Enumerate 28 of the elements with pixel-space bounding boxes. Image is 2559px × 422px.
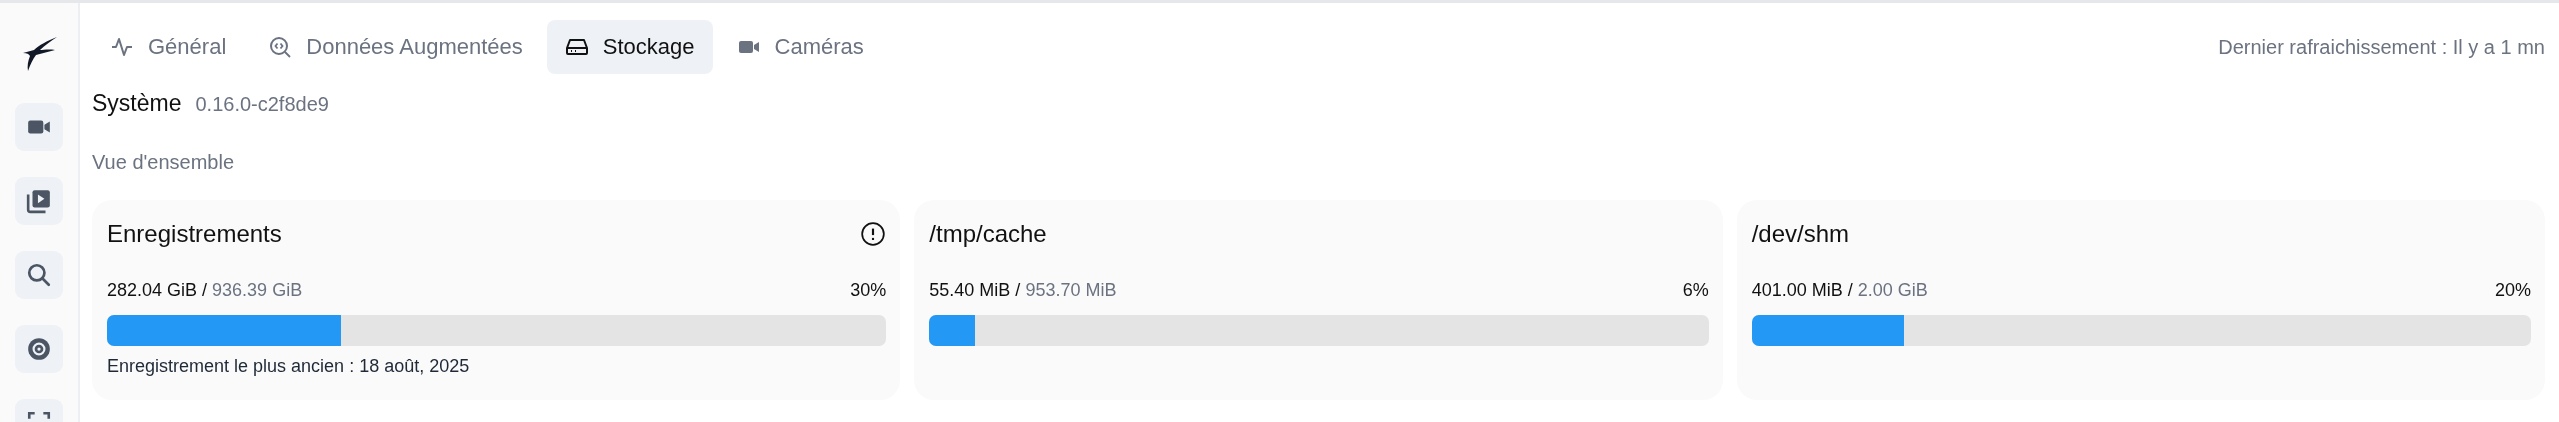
percent-text: 6% — [1682, 280, 1709, 301]
tab[interactable]: Stockage — [546, 20, 713, 74]
sidebar-button[interactable] — [15, 251, 63, 299]
search-icon — [26, 262, 52, 288]
usage-text: 401.00 MiB / 2.00 GiB — [1751, 280, 1928, 301]
card-title: /dev/shm — [1751, 220, 1850, 248]
page-title: Système — [92, 90, 182, 117]
version-text: 0.16.0-c2f8de9 — [195, 93, 329, 116]
card-title: /tmp/cache — [929, 220, 1047, 248]
sidebar-button[interactable] — [15, 177, 63, 225]
percent-text: 30% — [850, 280, 887, 301]
tab[interactable]: Données Augmentées — [250, 20, 541, 74]
section-title: Vue d'ensemble — [92, 151, 236, 174]
last-refresh-text: Dernier rafraichissement : Il y a 1 mn — [2218, 35, 2545, 59]
pulse-icon — [110, 35, 134, 59]
usage-text: 55.40 MiB / 953.70 MiB — [929, 280, 1117, 301]
sidebar-button[interactable] — [15, 103, 63, 151]
search-code-icon — [268, 35, 293, 59]
disc-icon — [26, 336, 52, 362]
oldest-recording-text: Enregistrement le plus ancien : 18 août, 2025 — [107, 356, 471, 377]
alert-circle-icon[interactable] — [860, 221, 887, 247]
play-stack-icon — [26, 188, 52, 214]
tab[interactable]: Caméras — [718, 20, 882, 74]
card-title: Enregistrements — [107, 220, 282, 248]
sidebar-button[interactable] — [15, 325, 63, 373]
percent-text: 20% — [2494, 280, 2531, 301]
tab[interactable]: Général — [92, 20, 245, 74]
usage-text: 282.04 GiB / 936.39 GiB — [107, 280, 303, 301]
